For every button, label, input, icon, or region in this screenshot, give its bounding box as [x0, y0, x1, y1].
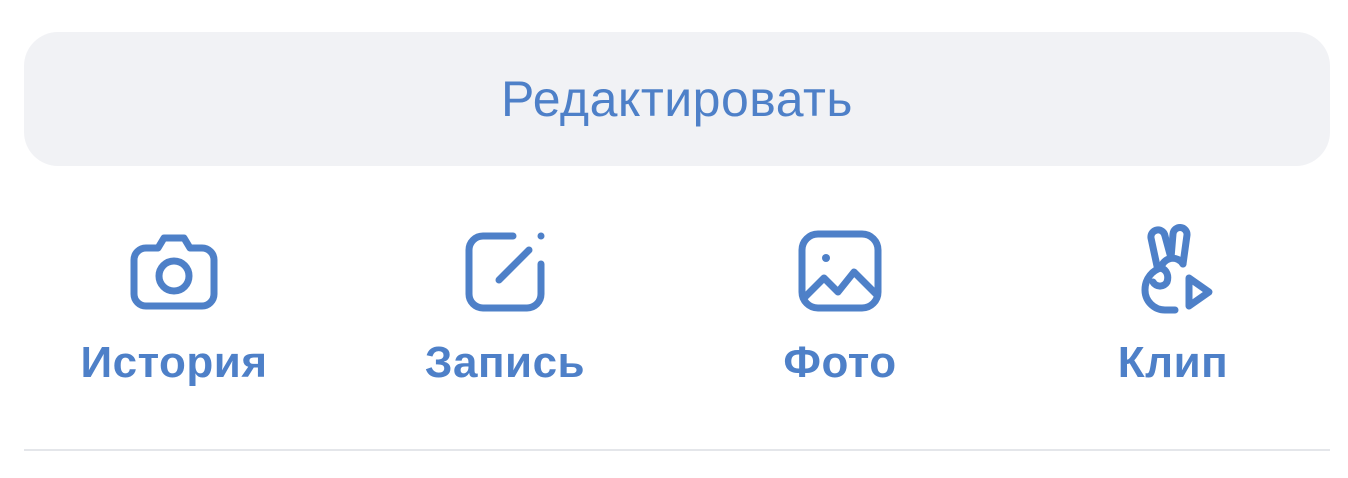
edit-button[interactable]: Редактировать [24, 32, 1330, 166]
action-clip[interactable]: Клип [1043, 220, 1303, 400]
photo-icon [790, 220, 890, 320]
quick-actions-row: История Запись Фото Клип [0, 220, 1348, 400]
action-post[interactable]: Запись [375, 220, 635, 400]
edit-button-label: Редактировать [501, 71, 853, 127]
action-clip-label: Клип [1117, 338, 1229, 387]
camera-icon [124, 220, 224, 320]
action-story[interactable]: История [44, 220, 304, 400]
action-story-label: История [80, 338, 268, 387]
compose-icon [455, 220, 555, 320]
action-photo[interactable]: Фото [710, 220, 970, 400]
divider [24, 449, 1330, 451]
clip-icon [1123, 220, 1223, 320]
action-post-label: Запись [424, 338, 586, 387]
action-photo-label: Фото [783, 338, 897, 387]
